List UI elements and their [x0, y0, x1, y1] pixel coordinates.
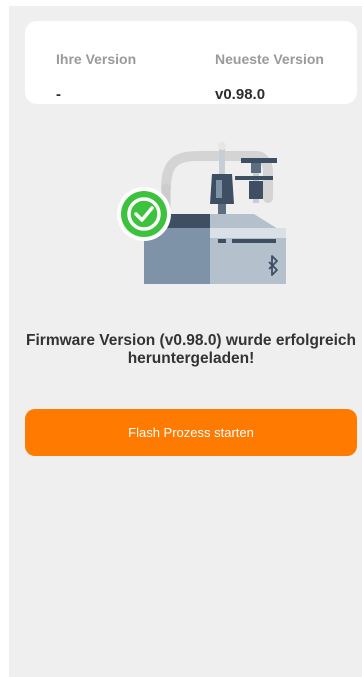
current-version-label: Ihre Version	[56, 51, 137, 67]
firmware-device-illustration	[106, 136, 286, 296]
latest-version-label: Neueste Version	[215, 51, 324, 67]
latest-version-value: v0.98.0	[215, 86, 266, 103]
current-version-value: -	[56, 86, 61, 103]
flash-start-button[interactable]: Flash Prozess starten	[25, 409, 357, 456]
download-success-message: Firmware Version (v0.98.0) wurde erfolgr…	[26, 332, 356, 367]
version-card: Ihre Version Neueste Version - v0.98.0	[25, 21, 357, 104]
firmware-device-icon	[117, 142, 286, 284]
firmware-screen: Ihre Version Neueste Version - v0.98.0 F…	[9, 6, 362, 677]
